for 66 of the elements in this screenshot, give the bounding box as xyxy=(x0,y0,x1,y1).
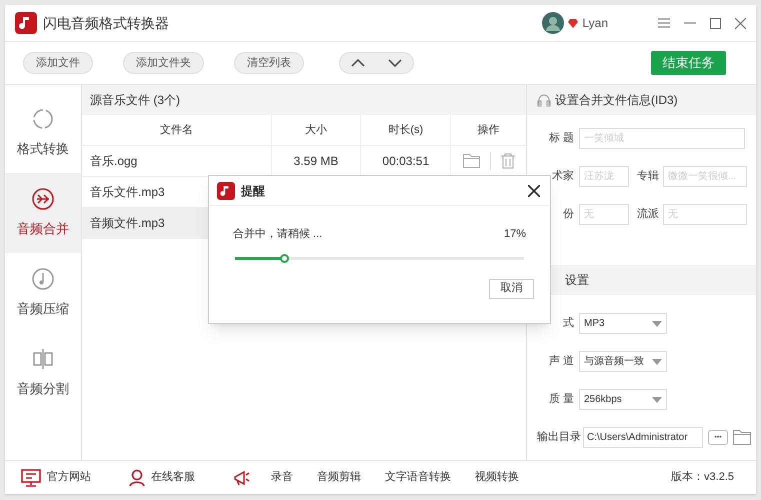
sidebar-item[interactable]: 音频合并 xyxy=(5,173,81,253)
sidebar-item[interactable]: 格式转换 xyxy=(5,93,81,173)
field-label: 份 xyxy=(562,207,575,222)
column-header: 时长(s) xyxy=(388,122,424,138)
field-label: 质 量 xyxy=(548,392,575,408)
footer-link[interactable]: 在线客服 xyxy=(129,468,195,486)
output-section-title: 设置 xyxy=(565,272,589,289)
field-label: 声 道 xyxy=(548,354,575,370)
progress-thumb xyxy=(280,254,290,262)
column-header: 操作 xyxy=(478,122,500,138)
footer-link[interactable]: 音频剪辑 xyxy=(317,469,361,486)
sidebar-item[interactable]: 音频压缩 xyxy=(5,253,81,333)
menu-icon[interactable] xyxy=(658,18,670,28)
gem-icon xyxy=(568,18,578,28)
footer-link[interactable]: 视频转换 xyxy=(475,469,519,486)
column-header: 大小 xyxy=(304,122,327,138)
avatar-icon xyxy=(542,12,564,34)
field-label: 术家 xyxy=(551,168,575,184)
file-duration: 00:03:51 xyxy=(382,153,430,170)
progress-message: 合并中，请稍候 ... xyxy=(233,226,322,242)
dialog-title: 提醒 xyxy=(241,182,265,200)
dropdown-arrow-icon xyxy=(652,396,662,402)
megaphone-icon[interactable] xyxy=(233,468,251,486)
monitor-icon xyxy=(21,468,41,486)
app-logo-icon xyxy=(15,12,37,34)
field-label: 标 题 xyxy=(548,131,575,146)
file-name: 音频文件.mp3 xyxy=(90,215,165,232)
cancel-button[interactable]: 取消 xyxy=(489,278,534,298)
progress-percent: 17% xyxy=(504,227,526,242)
toolbar-button[interactable]: 添加文件 xyxy=(23,52,93,74)
output-directory-field[interactable]: C:\Users\Administrator xyxy=(583,427,703,448)
field-label: 流派 xyxy=(636,206,660,222)
dropdown-arrow-icon xyxy=(652,320,662,326)
column-header: 文件名 xyxy=(160,122,193,138)
dropdown[interactable]: 与源音频一致 xyxy=(579,351,667,372)
minimize-icon[interactable] xyxy=(684,22,696,24)
footer-link[interactable]: 录音 xyxy=(271,469,293,486)
footer-link[interactable]: 文字语音转换 xyxy=(385,469,451,486)
person-icon xyxy=(129,468,145,486)
window-title: 闪电音频格式转换器 xyxy=(43,14,169,32)
toolbar-button[interactable]: 清空列表 xyxy=(234,52,304,74)
dropdown[interactable]: 256kbps xyxy=(579,389,667,410)
headphones-icon xyxy=(537,93,551,107)
sidebar-item[interactable]: 音频分割 xyxy=(5,333,81,413)
file-name: 音乐文件.mp3 xyxy=(90,184,165,201)
refresh-icon xyxy=(31,107,55,132)
file-list-title: 源音乐文件 (3个) xyxy=(90,92,180,109)
toolbar-button[interactable]: 添加文件夹 xyxy=(123,52,204,74)
field-label: 输出目录 xyxy=(537,430,582,446)
dropdown[interactable]: MP3 xyxy=(579,313,667,334)
music-note-icon xyxy=(31,267,55,292)
file-size: 3.59 MB xyxy=(294,153,338,170)
app-logo-icon xyxy=(217,182,235,200)
version-label: 版本：v3.2.5 xyxy=(671,470,734,486)
id3-section-title: 设置合并文件信息(ID3) xyxy=(555,92,678,109)
maximize-icon[interactable] xyxy=(710,18,721,28)
field-label: 式 xyxy=(562,316,575,332)
footer-link[interactable]: 官方网站 xyxy=(21,468,91,486)
folder-icon[interactable] xyxy=(733,430,751,445)
user-name[interactable]: Lyan xyxy=(582,14,608,32)
merge-icon xyxy=(31,187,55,212)
dropdown-arrow-icon xyxy=(652,358,662,364)
split-icon xyxy=(31,347,55,372)
field-label: 专辑 xyxy=(636,169,660,184)
close-icon[interactable] xyxy=(528,184,540,196)
file-name: 音乐.ogg xyxy=(90,153,138,170)
